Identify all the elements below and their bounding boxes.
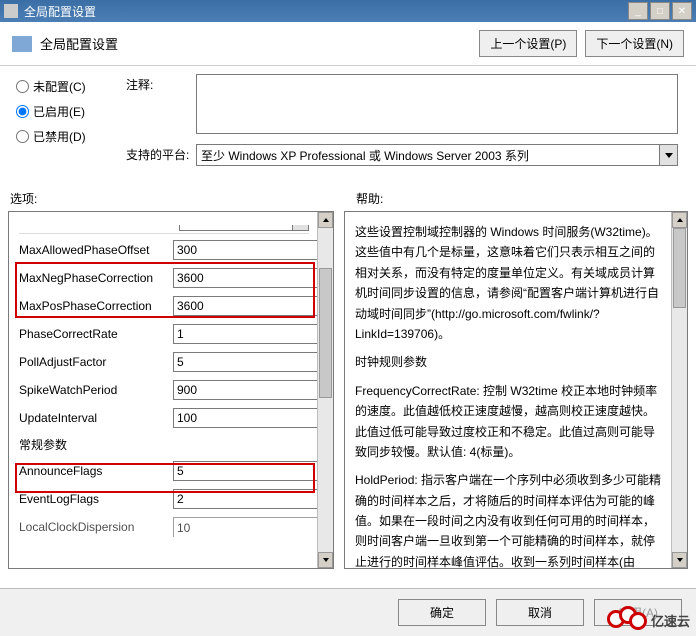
options-pane: MaxAllowedPhaseOffset MaxNegPhaseCorrect… bbox=[8, 211, 334, 569]
radio-disabled-label: 已禁用(D) bbox=[33, 128, 86, 145]
platform-label: 支持的平台: bbox=[126, 144, 196, 166]
help-p2: FrequencyCorrectRate: 控制 W32time 校正本地时钟频… bbox=[355, 381, 663, 463]
param-spinner-MaxAllowedPhaseOffset[interactable] bbox=[173, 240, 303, 260]
watermark: 亿速云 bbox=[607, 608, 690, 632]
options-header: 选项: bbox=[10, 190, 340, 207]
help-header: 帮助: bbox=[340, 190, 696, 207]
param-input-AnnounceFlags[interactable] bbox=[173, 461, 333, 481]
column-headers: 选项: 帮助: bbox=[0, 186, 696, 211]
app-icon bbox=[4, 4, 18, 18]
maximize-button[interactable]: □ bbox=[650, 2, 670, 20]
radio-disabled[interactable]: 已禁用(D) bbox=[16, 128, 126, 145]
param-label-PhaseCorrectRate: PhaseCorrectRate bbox=[19, 327, 173, 341]
param-label-UpdateInterval: UpdateInterval bbox=[19, 411, 173, 425]
param-input-PhaseCorrectRate[interactable] bbox=[173, 324, 333, 344]
radio-enabled-label: 已启用(E) bbox=[33, 103, 85, 120]
help-p1: 这些设置控制域控制器的 Windows 时间服务(W32time)。这些值中有几… bbox=[355, 222, 663, 344]
chevron-up-icon bbox=[677, 218, 683, 222]
settings-icon bbox=[12, 36, 32, 52]
cancel-button[interactable]: 取消 bbox=[496, 599, 584, 626]
general-section-label: 常规参数 bbox=[19, 436, 309, 453]
watermark-logo-icon bbox=[607, 608, 647, 632]
chevron-down-icon bbox=[665, 153, 673, 158]
radio-unconfigured[interactable]: 未配置(C) bbox=[16, 78, 126, 95]
radio-unconfigured-label: 未配置(C) bbox=[33, 78, 86, 95]
cutoff-top bbox=[19, 222, 309, 234]
param-spinner-PhaseCorrectRate[interactable] bbox=[173, 324, 303, 344]
scroll-down-button[interactable] bbox=[672, 552, 687, 568]
help-scrollbar[interactable] bbox=[671, 212, 687, 568]
page-subtitle: 全局配置设置 bbox=[40, 34, 479, 53]
param-input-SpikeWatchPeriod[interactable] bbox=[173, 380, 333, 400]
close-button[interactable]: ✕ bbox=[672, 2, 692, 20]
scroll-down-button[interactable] bbox=[318, 552, 333, 568]
param-label-SpikeWatchPeriod: SpikeWatchPeriod bbox=[19, 383, 173, 397]
scroll-up-button[interactable] bbox=[318, 212, 333, 228]
comment-label: 注释: bbox=[126, 74, 196, 134]
param-input-MaxNegPhaseCorrection[interactable] bbox=[173, 268, 333, 288]
scroll-thumb[interactable] bbox=[673, 228, 686, 308]
param-spinner-PollAdjustFactor[interactable] bbox=[173, 352, 303, 372]
param-spinner-MaxPosPhaseCorrection[interactable] bbox=[173, 296, 303, 316]
chevron-down-icon bbox=[323, 558, 329, 562]
help-p3: HoldPeriod: 指示客户端在一个序列中必须收到多少可能精确的时间样本之后… bbox=[355, 470, 663, 568]
ok-button[interactable]: 确定 bbox=[398, 599, 486, 626]
param-cutoff-label: LocalClockDispersion bbox=[19, 520, 173, 534]
param-spinner-SpikeWatchPeriod[interactable] bbox=[173, 380, 303, 400]
prev-setting-button[interactable]: 上一个设置(P) bbox=[479, 30, 577, 57]
platform-dropdown-button[interactable] bbox=[659, 145, 677, 165]
radio-enabled[interactable]: 已启用(E) bbox=[16, 103, 126, 120]
param-spinner-AnnounceFlags[interactable] bbox=[173, 461, 303, 481]
param-label-MaxPosPhaseCorrection: MaxPosPhaseCorrection bbox=[19, 299, 173, 313]
param-row-AnnounceFlags: AnnounceFlags bbox=[19, 461, 309, 481]
param-spinner-MaxNegPhaseCorrection[interactable] bbox=[173, 268, 303, 288]
panes: MaxAllowedPhaseOffset MaxNegPhaseCorrect… bbox=[0, 211, 696, 569]
param-spinner-EventLogFlags[interactable] bbox=[173, 489, 303, 509]
param-cutoff-input[interactable] bbox=[173, 517, 333, 537]
param-label-PollAdjustFactor: PollAdjustFactor bbox=[19, 355, 173, 369]
platform-dropdown[interactable]: 至少 Windows XP Professional 或 Windows Ser… bbox=[196, 144, 678, 166]
param-label-MaxAllowedPhaseOffset: MaxAllowedPhaseOffset bbox=[19, 243, 173, 257]
param-spinner-UpdateInterval[interactable] bbox=[173, 408, 303, 428]
options-scrollbar[interactable] bbox=[317, 212, 333, 568]
scroll-thumb[interactable] bbox=[319, 268, 332, 398]
help-h-clock: 时钟规则参数 bbox=[355, 352, 663, 372]
minimize-button[interactable]: _ bbox=[628, 2, 648, 20]
param-label-EventLogFlags: EventLogFlags bbox=[19, 492, 173, 506]
param-label-MaxNegPhaseCorrection: MaxNegPhaseCorrection bbox=[19, 271, 173, 285]
state-radios: 未配置(C) 已启用(E) 已禁用(D) bbox=[16, 74, 126, 176]
next-setting-button[interactable]: 下一个设置(N) bbox=[585, 30, 684, 57]
param-row-SpikeWatchPeriod: SpikeWatchPeriod bbox=[19, 380, 309, 400]
header-row: 全局配置设置 上一个设置(P) 下一个设置(N) bbox=[0, 22, 696, 66]
param-input-PollAdjustFactor[interactable] bbox=[173, 352, 333, 372]
param-row-MaxNegPhaseCorrection: MaxNegPhaseCorrection bbox=[19, 268, 309, 288]
param-row-PhaseCorrectRate: PhaseCorrectRate bbox=[19, 324, 309, 344]
config-section: 未配置(C) 已启用(E) 已禁用(D) 注释: 支持的平台: 至少 Windo… bbox=[0, 66, 696, 186]
param-row-PollAdjustFactor: PollAdjustFactor bbox=[19, 352, 309, 372]
param-row-MaxAllowedPhaseOffset: MaxAllowedPhaseOffset bbox=[19, 240, 309, 260]
param-input-UpdateInterval[interactable] bbox=[173, 408, 333, 428]
radio-enabled-input[interactable] bbox=[16, 105, 29, 118]
param-input-EventLogFlags[interactable] bbox=[173, 489, 333, 509]
param-row-EventLogFlags: EventLogFlags bbox=[19, 489, 309, 509]
radio-unconfigured-input[interactable] bbox=[16, 80, 29, 93]
titlebar: 全局配置设置 _ □ ✕ bbox=[0, 0, 696, 22]
comment-textarea[interactable] bbox=[196, 74, 678, 134]
radio-disabled-input[interactable] bbox=[16, 130, 29, 143]
scroll-up-button[interactable] bbox=[672, 212, 687, 228]
param-label-AnnounceFlags: AnnounceFlags bbox=[19, 464, 173, 478]
param-input-MaxAllowedPhaseOffset[interactable] bbox=[173, 240, 333, 260]
platform-value: 至少 Windows XP Professional 或 Windows Ser… bbox=[197, 145, 659, 165]
param-input-MaxPosPhaseCorrection[interactable] bbox=[173, 296, 333, 316]
window-title: 全局配置设置 bbox=[24, 3, 626, 20]
footer: 确定 取消 应用(A) bbox=[0, 588, 696, 636]
param-row-UpdateInterval: UpdateInterval bbox=[19, 408, 309, 428]
chevron-up-icon bbox=[323, 218, 329, 222]
chevron-down-icon bbox=[677, 558, 683, 562]
help-pane: 这些设置控制域控制器的 Windows 时间服务(W32time)。这些值中有几… bbox=[344, 211, 688, 569]
param-row-MaxPosPhaseCorrection: MaxPosPhaseCorrection bbox=[19, 296, 309, 316]
watermark-text: 亿速云 bbox=[651, 611, 690, 630]
